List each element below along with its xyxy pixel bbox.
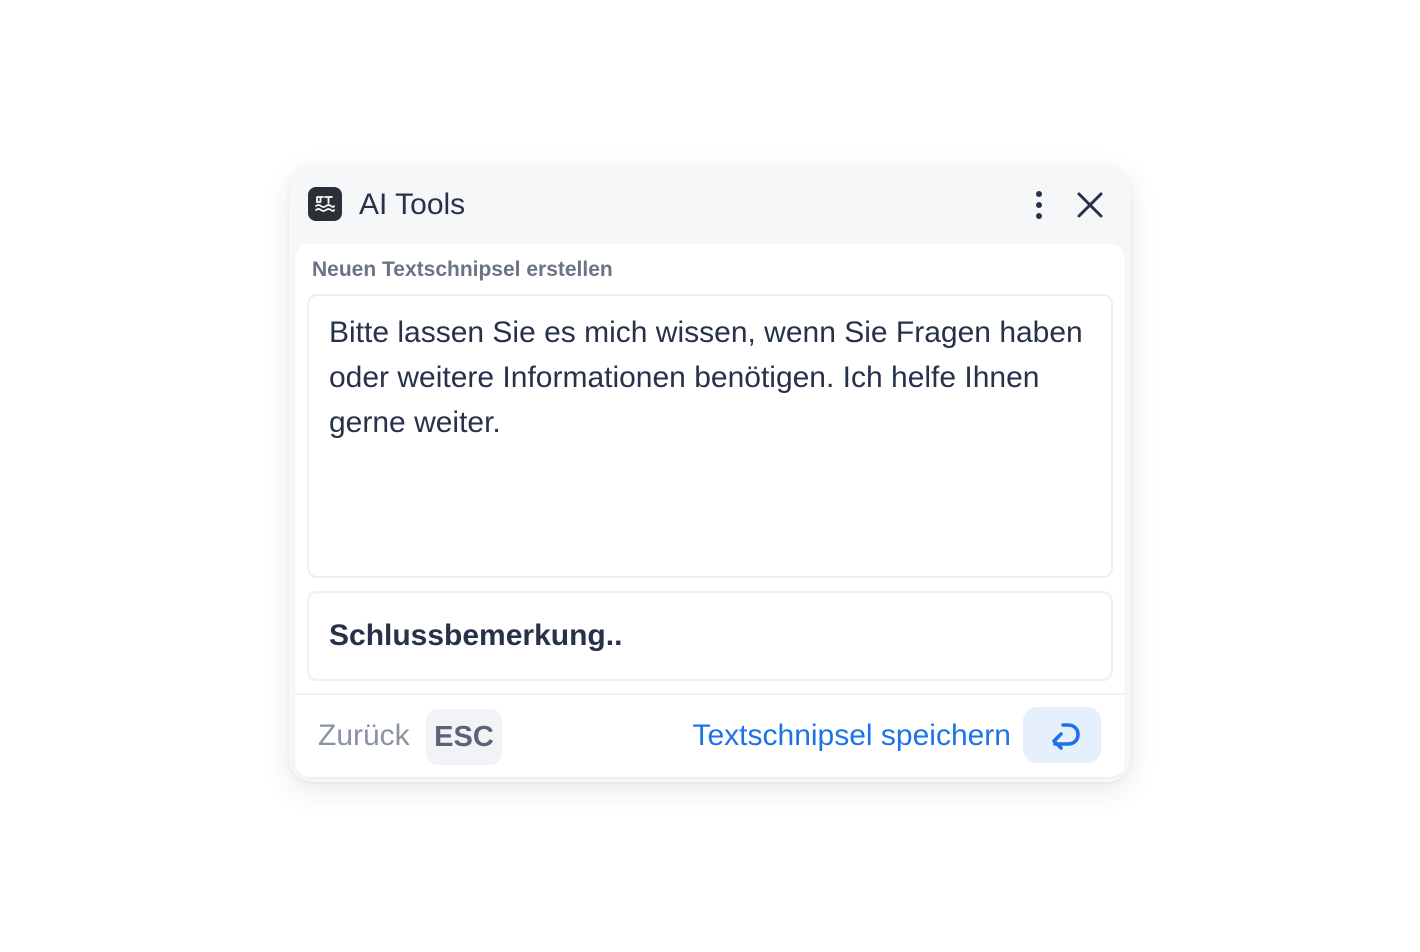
languagetool-logo-icon [308,187,342,221]
close-icon[interactable] [1075,190,1105,220]
ai-tools-panel: AI Tools Neuen Textschnipsel erstellen B… [289,166,1131,782]
enter-return-icon[interactable] [1023,707,1101,763]
snippet-form-card: Neuen Textschnipsel erstellen Bitte lass… [295,244,1125,777]
panel-footer: Zurück ESC Textschnipsel speichern [295,693,1125,777]
snippet-name-input[interactable]: Schlussbemerkung.. [307,591,1113,681]
save-snippet-button[interactable]: Textschnipsel speichern [692,717,1011,755]
kebab-menu-icon[interactable] [1024,188,1054,222]
esc-key-badge[interactable]: ESC [426,709,502,765]
panel-header: AI Tools [289,166,1131,244]
back-button[interactable]: Zurück [318,717,410,755]
section-label: Neuen Textschnipsel erstellen [312,258,613,281]
snippet-text-input[interactable]: Bitte lassen Sie es mich wissen, wenn Si… [307,294,1113,578]
panel-title: AI Tools [359,188,466,221]
